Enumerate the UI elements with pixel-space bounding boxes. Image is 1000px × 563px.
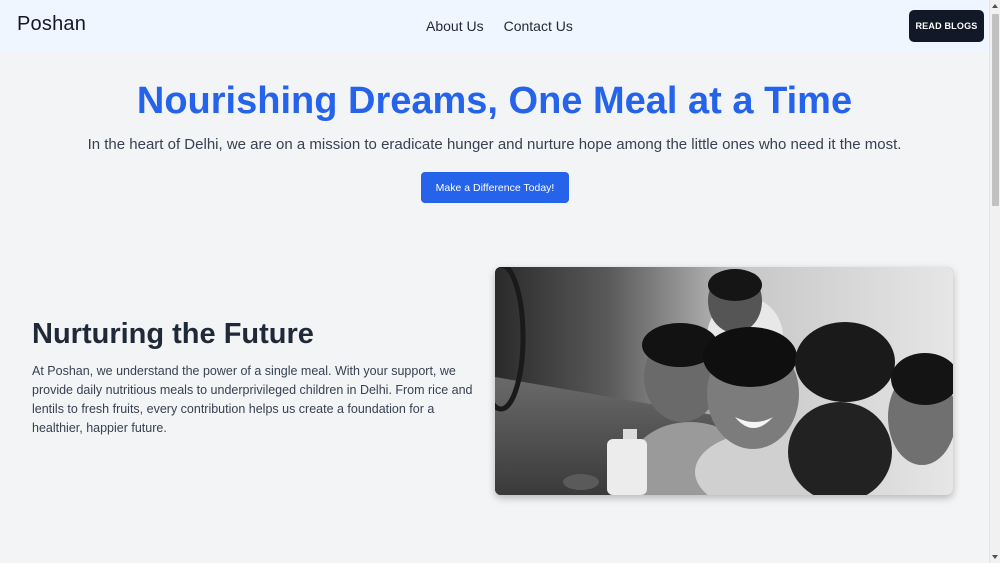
children-photo xyxy=(495,267,953,495)
page: Poshan About Us Contact Us READ BLOGS No… xyxy=(0,0,989,563)
brand-logo[interactable]: Poshan xyxy=(17,13,86,36)
nav-links: About Us Contact Us xyxy=(426,18,573,34)
scroll-thumb[interactable] xyxy=(992,14,999,206)
hero-subtitle: In the heart of Delhi, we are on a missi… xyxy=(87,136,902,153)
scroll-down-arrow-icon[interactable] xyxy=(992,555,998,559)
nav-link-about-us[interactable]: About Us xyxy=(426,18,484,34)
scroll-up-arrow-icon[interactable] xyxy=(992,4,998,8)
vertical-scrollbar[interactable] xyxy=(989,0,1000,563)
hero-title: Nourishing Dreams, One Meal at a Time xyxy=(136,80,853,122)
read-blogs-button[interactable]: READ BLOGS xyxy=(909,10,984,42)
navbar: Poshan About Us Contact Us READ BLOGS xyxy=(0,0,989,52)
feature-text: At Poshan, we understand the power of a … xyxy=(32,364,473,435)
make-difference-button[interactable]: Make a Difference Today! xyxy=(421,172,569,203)
nav-link-contact-us[interactable]: Contact Us xyxy=(504,18,573,34)
feature-title: Nurturing the Future xyxy=(32,318,314,350)
